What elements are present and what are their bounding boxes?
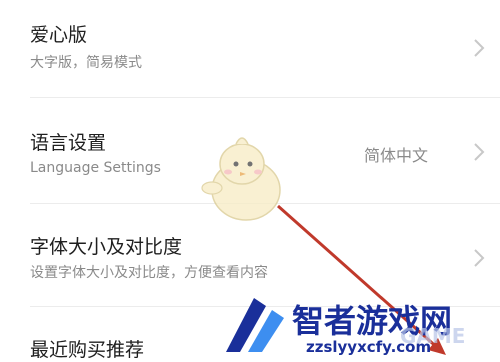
settings-item-subtitle: 大字版，简易模式: [30, 55, 142, 71]
settings-item-title: 最近购买推荐: [30, 339, 145, 361]
settings-item-subtitle: Language Settings: [30, 160, 161, 176]
settings-item-title: 语言设置: [30, 132, 107, 154]
settings-item-title: 爱心版: [30, 24, 88, 46]
chevron-right-icon: [474, 249, 485, 267]
chevron-right-icon: [474, 39, 485, 57]
settings-item-subtitle: 设置字体大小及对比度，方便查看内容: [30, 265, 268, 281]
settings-item-font-size[interactable]: 字体大小及对比度 设置字体大小及对比度，方便查看内容: [0, 204, 500, 306]
settings-item-title: 字体大小及对比度: [30, 236, 183, 258]
chevron-right-icon: [474, 143, 485, 161]
language-value: 简体中文: [363, 146, 428, 165]
settings-item-love-edition[interactable]: 爱心版 大字版，简易模式: [0, 0, 500, 97]
watermark-url: zzslyyxcfy.com: [306, 338, 432, 356]
settings-item-language[interactable]: 语言设置 Language Settings 简体中文: [0, 98, 500, 203]
